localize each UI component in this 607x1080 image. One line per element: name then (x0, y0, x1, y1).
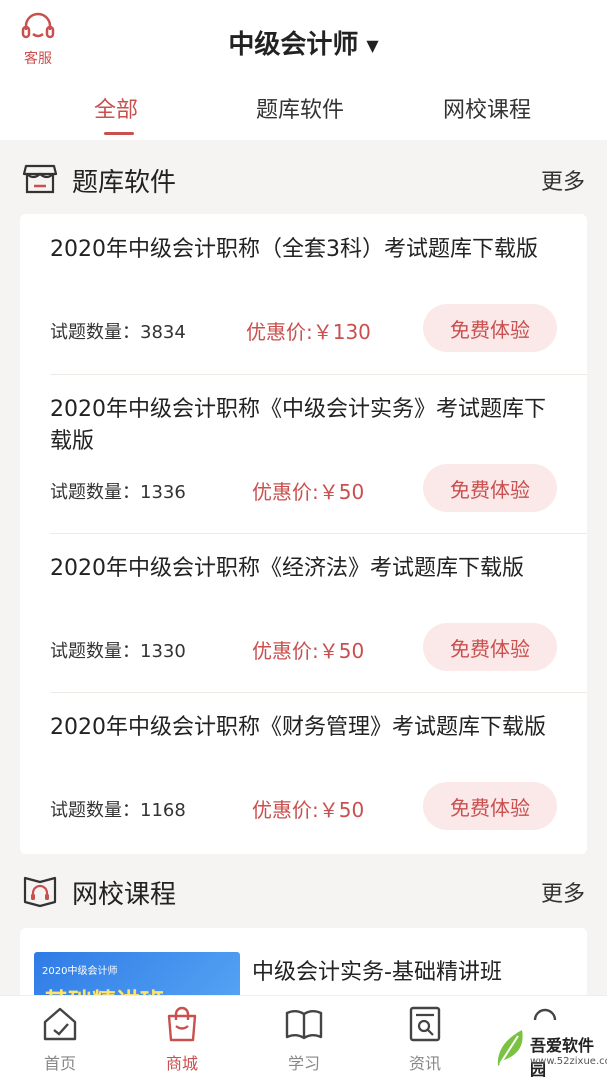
nav-mall-label: 商城 (165, 1054, 198, 1073)
tab-all[interactable]: 全部 (94, 92, 138, 124)
section-course-header: 网校课程 更多 (0, 862, 607, 922)
free-trial-button[interactable]: 免费体验 (423, 782, 557, 830)
item-price: 优惠价:￥50 (252, 480, 365, 504)
item-title: 2020年中级会计职称（全套3科）考试题库下载版 (50, 237, 538, 262)
exam-selector[interactable]: 中级会计师 ▼ (0, 24, 607, 61)
item-question-count: 试题数量：1330 (50, 641, 186, 662)
item-question-count: 试题数量：3834 (50, 322, 186, 343)
item-price: 优惠价:￥50 (252, 798, 365, 822)
site-watermark: 吾爱软件园 www.52zixue.com (486, 1020, 607, 1080)
nav-mall[interactable]: 商城 (142, 1004, 222, 1076)
nav-news-label: 资讯 (408, 1054, 441, 1073)
section-course-more-link[interactable]: 更多 (541, 876, 585, 908)
section-software-more-link[interactable]: 更多 (541, 164, 585, 196)
nav-study[interactable]: 学习 (264, 1004, 344, 1076)
nav-news[interactable]: 资讯 (385, 1004, 465, 1076)
tab-question-bank[interactable]: 题库软件 (256, 92, 344, 124)
category-tabs: 全部 题库软件 网校课程 (0, 92, 607, 138)
list-item[interactable]: 2020年中级会计职称（全套3科）考试题库下载版 试题数量：3834 优惠价:￥… (20, 214, 587, 374)
shopping-bag-icon (167, 1006, 197, 1042)
page-title: 中级会计师 (228, 30, 359, 60)
active-tab-indicator (104, 132, 134, 135)
item-price: 优惠价:￥130 (246, 320, 371, 344)
book-icon (285, 1010, 323, 1040)
news-icon (409, 1006, 441, 1042)
course-title: 中级会计实务-基础精讲班 (252, 960, 502, 985)
item-title: 2020年中级会计职称《中级会计实务》考试题库下载版 (50, 397, 546, 454)
item-question-count: 试题数量：1336 (50, 482, 186, 503)
leaf-logo-icon (497, 1030, 523, 1066)
list-item[interactable]: 2020年中级会计职称《经济法》考试题库下载版 试题数量：1330 优惠价:￥5… (20, 533, 587, 693)
app-header: 客服 中级会计师 ▼ 全部 题库软件 网校课程 (0, 0, 607, 140)
item-question-count: 试题数量：1168 (50, 800, 186, 821)
software-list-card: 2020年中级会计职称（全套3科）考试题库下载版 试题数量：3834 优惠价:￥… (20, 214, 587, 854)
section-software-title: 题库软件 (72, 168, 177, 198)
item-title: 2020年中级会计职称《经济法》考试题库下载版 (50, 556, 524, 581)
nav-study-label: 学习 (287, 1054, 320, 1073)
watermark-url: www.52zixue.com (530, 1056, 607, 1067)
free-trial-button[interactable]: 免费体验 (423, 464, 557, 512)
tab-online-course[interactable]: 网校课程 (443, 92, 531, 124)
book-headset-icon (23, 876, 57, 908)
free-trial-button[interactable]: 免费体验 (423, 623, 557, 671)
nav-home-label: 首页 (43, 1054, 76, 1073)
home-icon (43, 1007, 77, 1041)
free-trial-button[interactable]: 免费体验 (423, 304, 557, 352)
item-title: 2020年中级会计职称《财务管理》考试题库下载版 (50, 715, 546, 740)
section-software-header: 题库软件 更多 (0, 150, 607, 210)
shop-icon (22, 164, 58, 194)
list-item[interactable]: 2020年中级会计职称《中级会计实务》考试题库下载版 试题数量：1336 优惠价… (20, 374, 587, 534)
section-course-title: 网校课程 (72, 880, 177, 910)
caret-down-icon: ▼ (366, 36, 379, 55)
thumbnail-caption: 2020中级会计师 (42, 966, 118, 977)
item-price: 优惠价:￥50 (252, 639, 365, 663)
nav-home[interactable]: 首页 (20, 1004, 100, 1076)
list-item[interactable]: 2020年中级会计职称《财务管理》考试题库下载版 试题数量：1168 优惠价:￥… (20, 692, 587, 852)
